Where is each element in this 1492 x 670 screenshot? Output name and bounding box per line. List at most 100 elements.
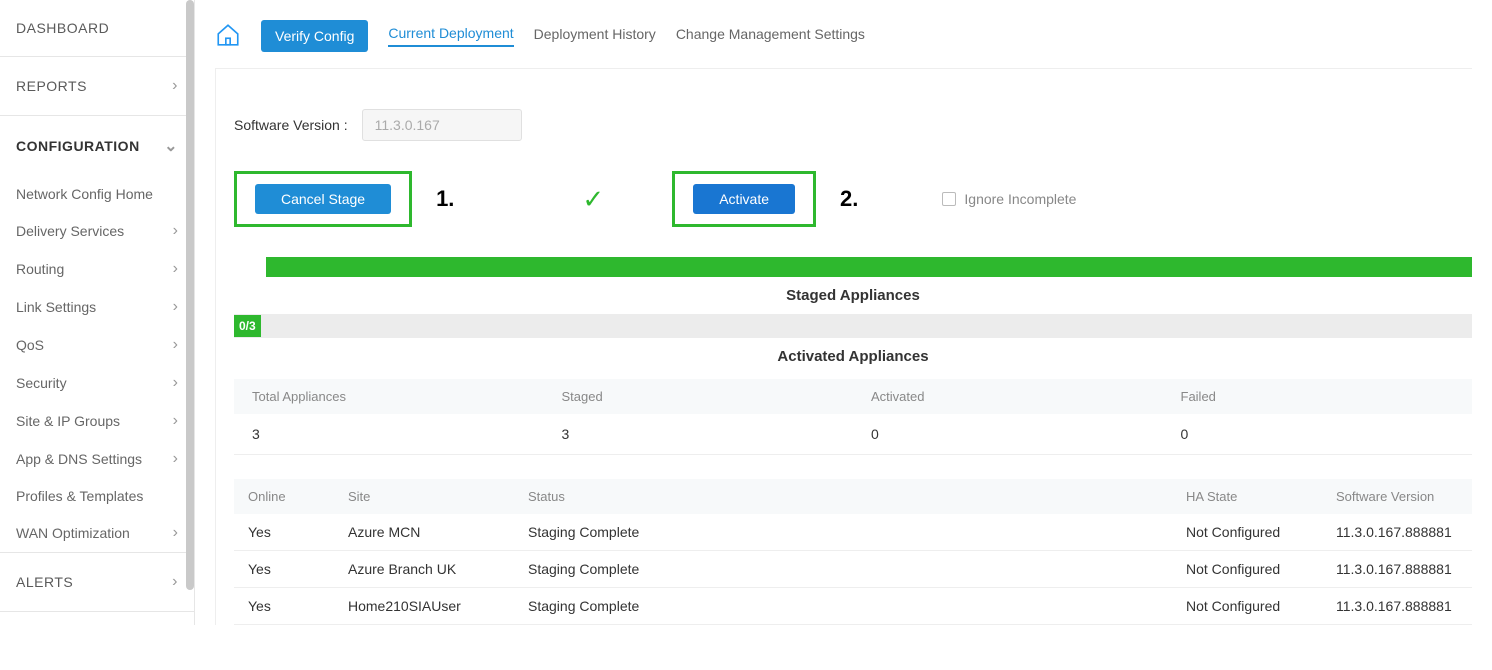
ignore-incomplete-wrap[interactable]: Ignore Incomplete [942,191,1076,207]
activated-progress-bar: 0/3 [234,314,1472,338]
ignore-incomplete-label: Ignore Incomplete [964,191,1076,207]
td-hastate: Not Configured [1172,514,1322,550]
chevron-right-icon: › [172,77,178,95]
table-row: Yes Azure MCN Staging Complete Not Confi… [234,514,1472,551]
th-swv: Software Version [1322,479,1472,514]
tab-deployment-history[interactable]: Deployment History [534,26,656,46]
main-content: Verify Config Current Deployment Deploym… [195,0,1492,625]
nav-sub-label: Link Settings [16,299,96,315]
nav-profiles-templates[interactable]: Profiles & Templates [0,478,194,514]
nav-sub-label: QoS [16,337,44,353]
td-status: Staging Complete [514,514,1172,550]
nav-alerts[interactable]: ALERTS › [0,553,194,611]
nav-sub-label: Site & IP Groups [16,413,120,429]
td-status: Staging Complete [514,588,1172,624]
summary-header-staged: Staged [544,379,854,414]
step-1-label: 1. [436,186,454,212]
nav-configuration-label: CONFIGURATION [16,138,140,154]
nav-sub-label: Security [16,375,67,391]
td-site: Home210SIAUser [334,588,514,624]
chevron-right-icon: › [173,450,178,468]
th-hastate: HA State [1172,479,1322,514]
nav-dashboard-label: DASHBOARD [16,20,109,36]
chevron-right-icon: › [173,260,178,278]
nav-link-settings[interactable]: Link Settings › [0,288,194,326]
td-status: Staging Complete [514,551,1172,587]
tab-change-management-settings[interactable]: Change Management Settings [676,26,865,46]
chevron-right-icon: › [173,374,178,392]
summary-value-total: 3 [234,414,544,454]
nav-sub-label: App & DNS Settings [16,451,142,467]
tab-current-deployment[interactable]: Current Deployment [388,25,513,47]
nav-reports[interactable]: REPORTS › [0,57,194,115]
chevron-right-icon: › [173,336,178,354]
th-site: Site [334,479,514,514]
software-version-label: Software Version : [234,117,348,133]
software-version-row: Software Version : [234,109,1472,141]
nav-site-ip-groups[interactable]: Site & IP Groups › [0,402,194,440]
staged-progress-bar [266,257,1472,277]
summary-value-activated: 0 [853,414,1163,454]
sidebar-scrollbar[interactable] [186,0,194,590]
th-online: Online [234,479,334,514]
summary-header-activated: Activated [853,379,1163,414]
table-row: Yes Home210SIAUser Staging Complete Not … [234,588,1472,625]
nav-sub-label: Profiles & Templates [16,488,143,504]
sidebar: DASHBOARD REPORTS › CONFIGURATION ⌄ Netw… [0,0,195,625]
nav-network-config-home[interactable]: Network Config Home [0,176,194,212]
nav-sub-label: Network Config Home [16,186,153,202]
tab-bar: Verify Config Current Deployment Deploym… [215,0,1472,69]
nav-dashboard[interactable]: DASHBOARD [0,0,194,56]
nav-sub-label: Routing [16,261,64,277]
ignore-incomplete-checkbox[interactable] [942,192,956,206]
activate-button[interactable]: Activate [693,184,795,214]
td-online: Yes [234,551,334,587]
td-site: Azure MCN [334,514,514,550]
table-header-row: Online Site Status HA State Software Ver… [234,479,1472,514]
th-status: Status [514,479,1172,514]
nav-delivery-services[interactable]: Delivery Services › [0,212,194,250]
td-swv: 11.3.0.167.888881 [1322,514,1472,550]
chevron-right-icon: › [173,298,178,316]
nav-sub-label: WAN Optimization [16,525,130,541]
nav-configuration[interactable]: CONFIGURATION ⌄ [0,116,194,176]
td-online: Yes [234,588,334,624]
chevron-right-icon: › [172,573,178,591]
chevron-right-icon: › [173,412,178,430]
activate-highlight: Activate [672,171,816,227]
activated-appliances-header: Activated Appliances [234,338,1472,375]
td-site: Azure Branch UK [334,551,514,587]
nav-app-dns-settings[interactable]: App & DNS Settings › [0,440,194,478]
td-swv: 11.3.0.167.888881 [1322,588,1472,624]
td-swv: 11.3.0.167.888881 [1322,551,1472,587]
nav-wan-optimization[interactable]: WAN Optimization › [0,514,194,552]
nav-qos[interactable]: QoS › [0,326,194,364]
nav-security[interactable]: Security › [0,364,194,402]
chevron-down-icon: ⌄ [164,136,178,156]
software-version-input [362,109,522,141]
td-hastate: Not Configured [1172,551,1322,587]
table-row: Yes Azure Branch UK Staging Complete Not… [234,551,1472,588]
cancel-stage-button[interactable]: Cancel Stage [255,184,391,214]
check-icon: ✓ [582,184,604,215]
summary-header-total: Total Appliances [234,379,544,414]
td-online: Yes [234,514,334,550]
action-row: Cancel Stage 1. ✓ Activate 2. Ignore Inc… [234,171,1472,227]
td-hastate: Not Configured [1172,588,1322,624]
step-2-label: 2. [840,186,858,212]
verify-config-button[interactable]: Verify Config [261,20,368,52]
chevron-right-icon: › [173,222,178,240]
nav-alerts-label: ALERTS [16,574,73,590]
activated-progress-badge: 0/3 [234,315,261,337]
summary-value-staged: 3 [544,414,854,454]
chevron-right-icon: › [173,524,178,542]
appliances-table: Online Site Status HA State Software Ver… [234,479,1472,625]
nav-routing[interactable]: Routing › [0,250,194,288]
nav-sub-label: Delivery Services [16,223,124,239]
nav-reports-label: REPORTS [16,78,87,94]
home-icon[interactable] [215,22,241,51]
cancel-stage-highlight: Cancel Stage [234,171,412,227]
summary-header-failed: Failed [1163,379,1473,414]
staged-appliances-header: Staged Appliances [234,277,1472,314]
summary-value-failed: 0 [1163,414,1473,454]
